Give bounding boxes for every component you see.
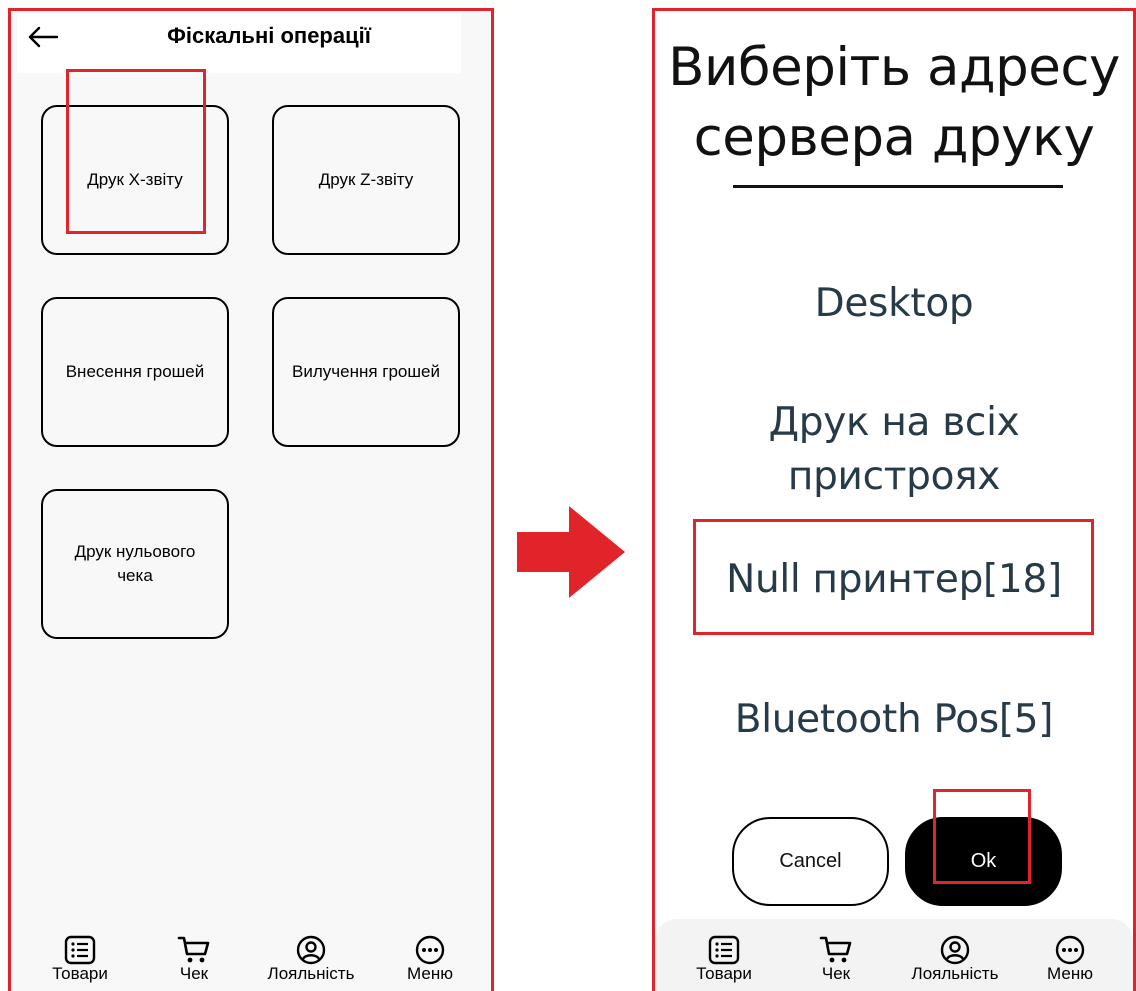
tile-label-line: Друк нульового (74, 542, 196, 561)
tab-menu[interactable]: Меню (395, 935, 465, 983)
cancel-button[interactable]: Cancel (732, 817, 889, 906)
cart-icon (177, 936, 210, 963)
tab-label: Меню (407, 964, 453, 983)
tab-check[interactable]: Чек (810, 935, 862, 983)
server-option-bluetooth-pos[interactable]: Bluetooth Pos[5] (655, 693, 1133, 747)
bottom-tab-bar: Товари Чек Лояльність Меню (11, 919, 491, 991)
bottom-tab-bar: Товари Чек Лояльність Меню (655, 919, 1133, 991)
cart-icon (819, 936, 852, 963)
tab-label: Товари (52, 964, 108, 983)
app-header: Фіскальні операції (17, 13, 461, 73)
tab-loyalty[interactable]: Лояльність (895, 935, 1015, 983)
option-label: пристроях (787, 454, 1001, 499)
tab-label: Меню (1047, 964, 1093, 983)
fiscal-operations-screen: Фіскальні операції Друк X-звіту Друк Z-з… (8, 8, 494, 991)
server-option-null-printer[interactable]: Null принтер[18] (655, 553, 1133, 607)
page-title: Фіскальні операції (167, 23, 371, 48)
print-zero-check-button[interactable]: Друк нульового чека (41, 489, 229, 639)
tab-label: Чек (821, 964, 851, 983)
tab-label: Чек (179, 964, 209, 983)
cash-out-button[interactable]: Вилучення грошей (272, 297, 460, 447)
tile-label: Друк нульового чека (75, 540, 196, 588)
list-icon (708, 935, 740, 965)
user-circle-icon (940, 935, 970, 965)
ok-button[interactable]: Ok (905, 817, 1062, 906)
option-label: Desktop (814, 281, 974, 326)
dialog-title-line: сервера друку (693, 107, 1095, 168)
print-x-report-button[interactable]: Друк X-звіту (41, 105, 229, 255)
arrow-right-icon (517, 506, 625, 598)
tile-label-line: чека (117, 566, 153, 585)
list-icon (64, 935, 96, 965)
option-label: Bluetooth Pos[5] (734, 697, 1054, 742)
server-option-print-all[interactable]: Друк на всіх пристроях (655, 396, 1133, 504)
dialog-title: Виберіть адресу сервера друку (655, 33, 1133, 173)
cash-in-button[interactable]: Внесення грошей (41, 297, 229, 447)
more-dots-icon (415, 935, 445, 965)
user-circle-icon (296, 935, 326, 965)
tab-products[interactable]: Товари (41, 935, 119, 983)
server-option-desktop[interactable]: Desktop (655, 277, 1133, 331)
tile-label: Внесення грошей (65, 362, 205, 381)
tile-label: Друк Z-звіту (318, 170, 414, 189)
print-z-report-button[interactable]: Друк Z-звіту (272, 105, 460, 255)
option-label: Друк на всіх (768, 400, 1020, 445)
print-server-dialog-screen: Виберіть адресу сервера друку Desktop Др… (652, 8, 1136, 991)
tab-label: Товари (696, 964, 752, 983)
title-divider (733, 185, 1063, 188)
tab-products[interactable]: Товари (685, 935, 763, 983)
tile-label: Друк X-звіту (87, 170, 183, 189)
tab-check[interactable]: Чек (168, 935, 220, 983)
dialog-title-line: Виберіть адресу (668, 37, 1120, 98)
more-dots-icon (1055, 935, 1085, 965)
option-label: Null принтер[18] (726, 557, 1062, 602)
tab-menu[interactable]: Меню (1035, 935, 1105, 983)
tab-label: Лояльність (267, 964, 355, 983)
tab-loyalty[interactable]: Лояльність (251, 935, 371, 983)
tab-label: Лояльність (911, 964, 999, 983)
tile-label: Вилучення грошей (292, 362, 440, 381)
